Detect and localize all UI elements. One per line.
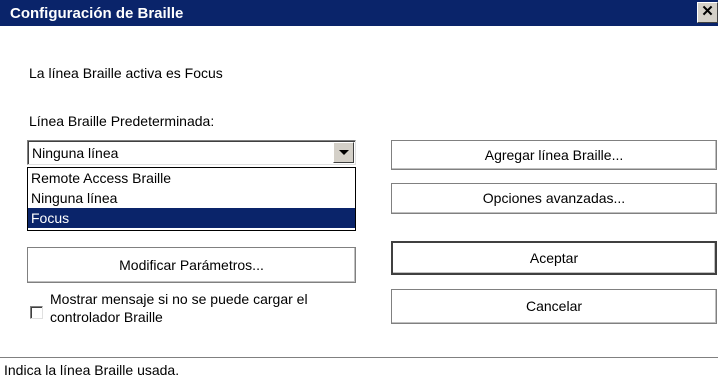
status-bar: Indica la línea Braille usada. bbox=[0, 357, 718, 381]
show-message-checkbox[interactable] bbox=[30, 306, 43, 319]
modify-parameters-label: Modificar Parámetros... bbox=[119, 257, 264, 273]
combobox-dropdown-list: Remote Access Braille Ninguna línea Focu… bbox=[27, 167, 356, 231]
window-title: Configuración de Braille bbox=[10, 5, 184, 22]
advanced-options-label: Opciones avanzadas... bbox=[482, 190, 626, 206]
cancel-label: Cancelar bbox=[525, 298, 583, 314]
status-text: Indica la línea Braille usada. bbox=[4, 362, 180, 378]
default-line-label: Línea Braille Predeterminada: bbox=[29, 113, 215, 129]
modify-parameters-button[interactable]: Modificar Parámetros... bbox=[27, 247, 356, 283]
title-bar: Configuración de Braille ✕ bbox=[0, 0, 718, 26]
combobox-value: Ninguna línea bbox=[32, 145, 119, 161]
add-braille-line-label: Agregar línea Braille... bbox=[484, 147, 624, 163]
add-braille-line-button[interactable]: Agregar línea Braille... bbox=[391, 140, 717, 170]
active-line-text: La línea Braille activa es Focus bbox=[29, 65, 223, 81]
braille-settings-dialog: Configuración de Braille ✕ La línea Brai… bbox=[0, 0, 718, 381]
accept-button[interactable]: Aceptar bbox=[391, 241, 717, 275]
close-button[interactable]: ✕ bbox=[697, 2, 718, 23]
show-message-checkbox-label[interactable]: Mostrar mensaje si no se puede cargar el… bbox=[50, 290, 370, 326]
default-line-combobox[interactable]: Ninguna línea bbox=[27, 140, 356, 165]
dropdown-option-remote-access-braille[interactable]: Remote Access Braille bbox=[28, 168, 355, 188]
accept-label: Aceptar bbox=[529, 250, 579, 266]
cancel-button[interactable]: Cancelar bbox=[391, 289, 717, 324]
dropdown-option-focus[interactable]: Focus bbox=[28, 208, 355, 228]
dropdown-option-ninguna-linea[interactable]: Ninguna línea bbox=[28, 188, 355, 208]
chevron-down-icon[interactable] bbox=[333, 142, 354, 163]
advanced-options-button[interactable]: Opciones avanzadas... bbox=[391, 183, 717, 214]
close-icon: ✕ bbox=[701, 3, 714, 20]
